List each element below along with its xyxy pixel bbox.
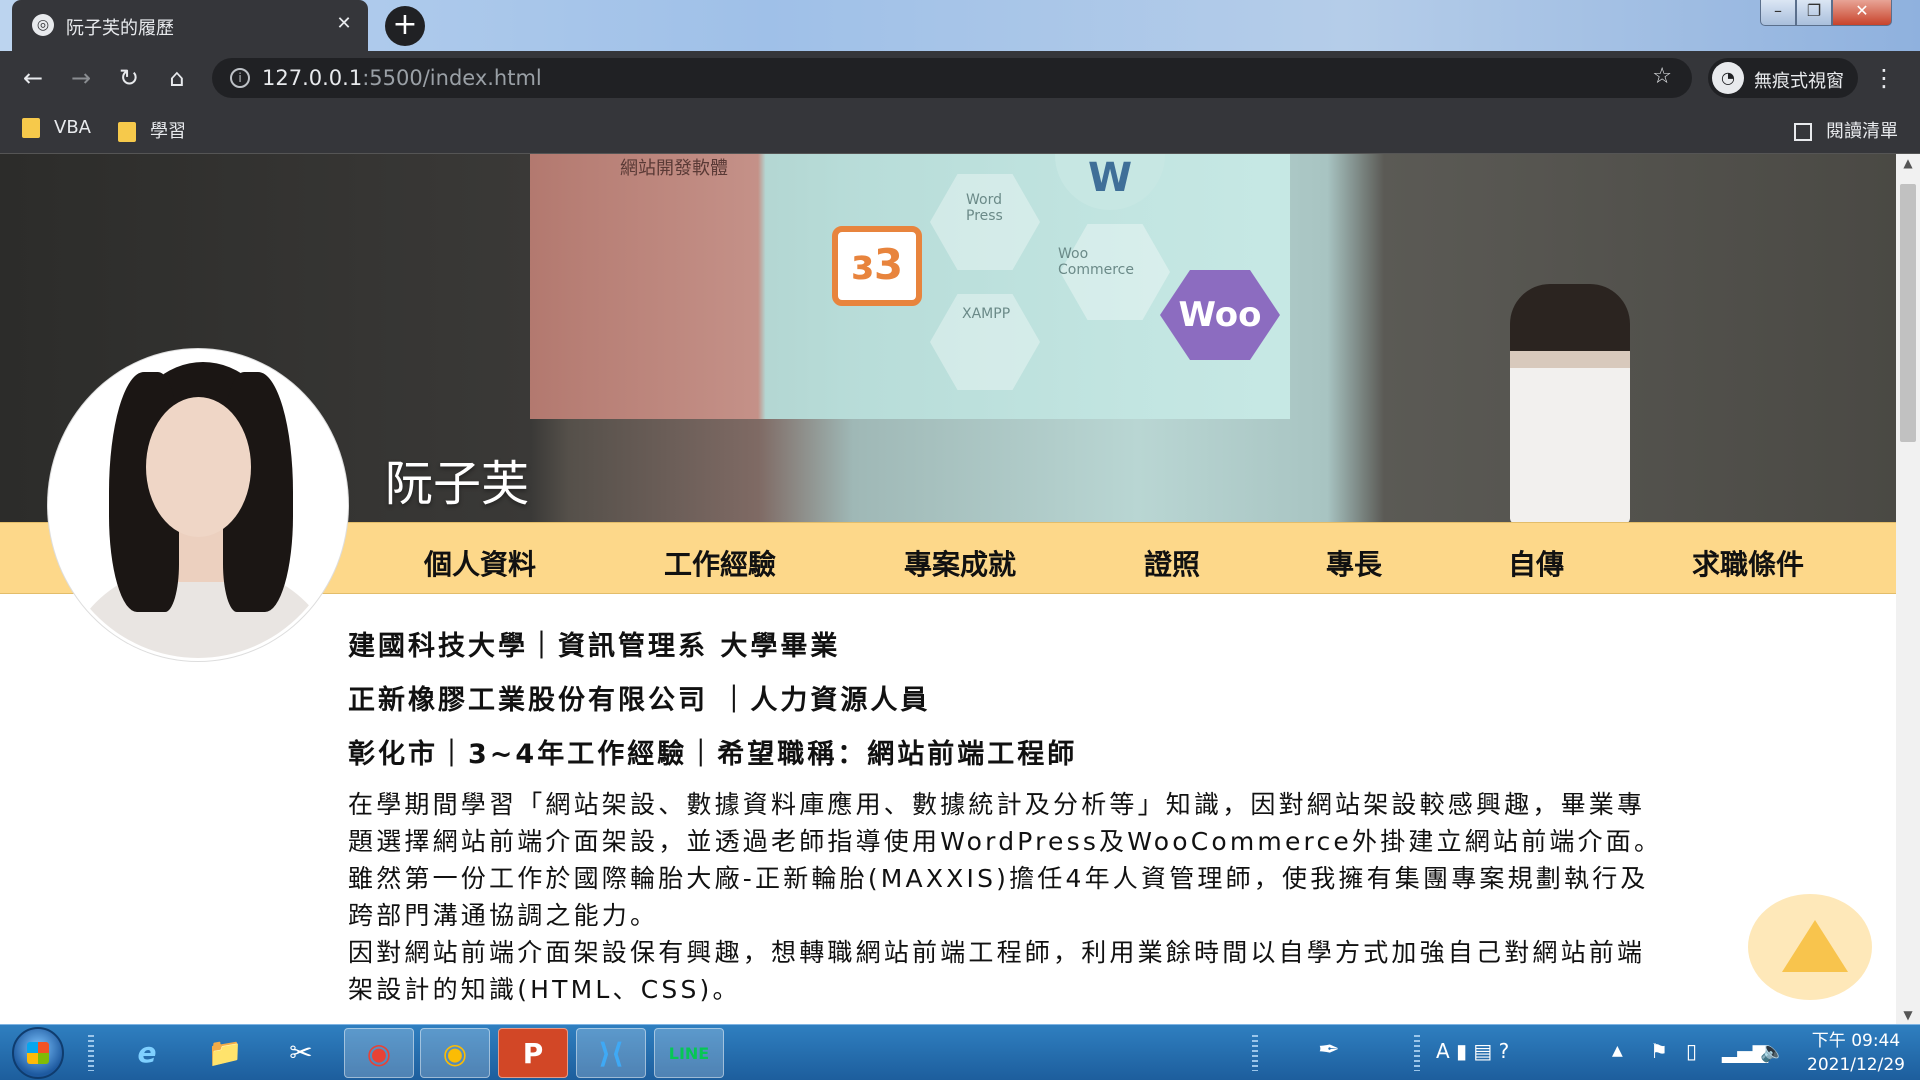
- chrome-icon[interactable]: ◉: [344, 1028, 414, 1078]
- address-bar[interactable]: i 127.0.0.1:5500/index.html ☆: [212, 58, 1692, 98]
- tab-title: 阮子芙的履歷: [66, 18, 174, 39]
- bookmark-folder-study[interactable]: 學習: [118, 117, 186, 143]
- incognito-label: 無痕式視窗: [1754, 71, 1844, 92]
- kebab-menu-icon[interactable]: ⋮: [1872, 63, 1896, 93]
- snipping-tool-icon[interactable]: ✂: [266, 1028, 336, 1078]
- bookmark-label: 學習: [150, 121, 186, 142]
- nav-work-experience[interactable]: 工作經驗: [664, 543, 776, 583]
- page-scrollbar[interactable]: ▲ ▼: [1896, 154, 1920, 1024]
- scroll-down-arrow-icon[interactable]: ▼: [1896, 1008, 1920, 1022]
- window-minimize-button[interactable]: –: [1760, 0, 1796, 26]
- reload-icon[interactable]: ↻: [114, 63, 144, 93]
- folder-icon: [22, 118, 40, 138]
- scroll-up-arrow-icon[interactable]: ▲: [1896, 156, 1920, 170]
- pen-input-icon[interactable]: ✒: [1318, 1035, 1340, 1065]
- hex-label-xampp: XAMPP: [962, 306, 1011, 322]
- browser-toolbar: ← → ↻ ⌂ i 127.0.0.1:5500/index.html ☆ ◔ …: [0, 51, 1920, 105]
- slide-title: 網站開發軟體: [620, 158, 728, 179]
- back-arrow-icon[interactable]: ←: [18, 63, 48, 93]
- volume-icon[interactable]: 🔈: [1760, 1039, 1785, 1063]
- home-icon[interactable]: ⌂: [162, 63, 192, 93]
- taskbar: e 📁 ✂ ◉ ◉ P ⟩⟨ LINE ✒ A ▮ ▤ ? ▲ ⚑ ▯ ▂▄▆ …: [0, 1024, 1920, 1080]
- tab-close-icon[interactable]: ✕: [332, 12, 356, 36]
- show-hidden-icons[interactable]: ▲: [1612, 1043, 1623, 1059]
- bio-line: 架設計的知識(HTML、CSS)。: [348, 975, 741, 1004]
- reading-list-button[interactable]: 閱讀清單: [1794, 117, 1898, 143]
- presenter-photo: [1510, 284, 1630, 524]
- xampp-logo: ɜ3: [832, 226, 922, 306]
- url-host: 127.0.0.1: [262, 66, 363, 90]
- line-icon[interactable]: LINE: [654, 1028, 724, 1078]
- bio-line: 在學期間學習「網站架設、數據資料庫應用、數據統計及分析等」知識，因對網站架設較感…: [348, 790, 1646, 819]
- system-clock[interactable]: 下午 09:44 2021/12/29: [1798, 1029, 1914, 1077]
- folder-icon: [118, 122, 136, 142]
- taskbar-grip[interactable]: [1414, 1035, 1420, 1071]
- nav-certificates[interactable]: 證照: [1144, 543, 1200, 583]
- internet-explorer-icon[interactable]: e: [112, 1028, 182, 1078]
- browser-tab[interactable]: ◎ 阮子芙的履歷 ✕: [12, 0, 368, 51]
- nav-skills[interactable]: 專長: [1326, 543, 1382, 583]
- reading-list-icon: [1794, 123, 1812, 141]
- reading-list-label: 閱讀清單: [1826, 121, 1898, 142]
- education-line: 建國科技大學｜資訊管理系 大學畢業: [348, 631, 841, 662]
- nav-personal-info[interactable]: 個人資料: [424, 543, 536, 583]
- bio-line: 因對網站前端介面架設保有興趣，想轉職網站前端工程師，利用業餘時間以自學方式加強自…: [348, 938, 1646, 967]
- start-button[interactable]: [12, 1027, 64, 1079]
- page-viewport: 網站開發軟體 Word Press Woo Commerce XAMPP ɜ3 …: [0, 154, 1896, 1024]
- incognito-indicator[interactable]: ◔ 無痕式視窗: [1708, 58, 1858, 98]
- window-close-button[interactable]: ✕: [1832, 0, 1892, 26]
- powerpoint-icon[interactable]: P: [498, 1028, 568, 1078]
- bookmark-folder-vba[interactable]: VBA: [22, 117, 91, 138]
- url-path: :5500/index.html: [362, 66, 542, 90]
- forward-arrow-icon[interactable]: →: [66, 63, 96, 93]
- tab-strip: ◎ 阮子芙的履歷 ✕ + – ❐ ✕: [0, 0, 1920, 51]
- scrollbar-thumb[interactable]: [1900, 184, 1916, 442]
- profile-summary: 建國科技大學｜資訊管理系 大學畢業 正新橡膠工業股份有限公司 ｜人力資源人員 彰…: [348, 624, 1778, 1008]
- bookmark-star-icon[interactable]: ☆: [1652, 64, 1672, 89]
- clock-date: 2021/12/29: [1807, 1055, 1905, 1075]
- clock-time: 下午 09:44: [1811, 1031, 1901, 1051]
- power-icon[interactable]: ▯: [1686, 1039, 1697, 1063]
- window-maximize-button[interactable]: ❐: [1796, 0, 1832, 26]
- bio-text: 在學期間學習「網站架設、數據資料庫應用、數據統計及分析等」知識，因對網站架設較感…: [348, 786, 1778, 1008]
- profile-name: 阮子芙: [385, 456, 530, 512]
- employer-line: 正新橡膠工業股份有限公司 ｜人力資源人員: [348, 685, 931, 716]
- bio-line: 雖然第一份工作於國際輪胎大廠-正新輪胎(MAXXIS)擔任4年人資管理師，使我擁…: [348, 864, 1649, 893]
- avatar: [48, 349, 348, 661]
- vscode-icon[interactable]: ⟩⟨: [576, 1028, 646, 1078]
- bio-line: 題選擇網站前端介面架設，並透過老師指導使用WordPress及WooCommer…: [348, 827, 1663, 856]
- file-explorer-icon[interactable]: 📁: [190, 1028, 260, 1078]
- bookmark-label: VBA: [54, 117, 91, 138]
- site-info-icon[interactable]: i: [230, 68, 250, 88]
- url-text[interactable]: 127.0.0.1:5500/index.html: [262, 66, 542, 90]
- job-preference-line: 彰化市｜3~4年工作經驗｜希望職稱：網站前端工程師: [348, 739, 1078, 770]
- taskbar-grip[interactable]: [1252, 1035, 1258, 1071]
- up-triangle-icon: [1782, 920, 1848, 972]
- scroll-to-top-button[interactable]: [1748, 894, 1872, 1000]
- language-bar-icon[interactable]: A ▮ ▤ ?: [1436, 1039, 1509, 1063]
- hex-label-wordpress: Word Press: [966, 192, 1003, 224]
- chrome-incognito-icon[interactable]: ◉: [420, 1028, 490, 1078]
- hex-label-woocommerce: Woo Commerce: [1058, 246, 1134, 278]
- avatar-face: [146, 397, 251, 537]
- action-center-flag-icon[interactable]: ⚑: [1650, 1039, 1668, 1063]
- nav-job-requirements[interactable]: 求職條件: [1692, 543, 1804, 583]
- globe-icon: ◎: [32, 14, 54, 36]
- incognito-icon: ◔: [1712, 62, 1744, 94]
- bookmarks-bar: VBA 學習 閱讀清單: [0, 105, 1920, 154]
- new-tab-button[interactable]: +: [385, 6, 425, 46]
- taskbar-grip[interactable]: [88, 1035, 94, 1071]
- nav-projects[interactable]: 專案成就: [904, 543, 1016, 583]
- nav-autobiography[interactable]: 自傳: [1508, 543, 1564, 583]
- windows-logo-icon: [27, 1042, 49, 1064]
- bio-line: 跨部門溝通協調之能力。: [348, 901, 659, 930]
